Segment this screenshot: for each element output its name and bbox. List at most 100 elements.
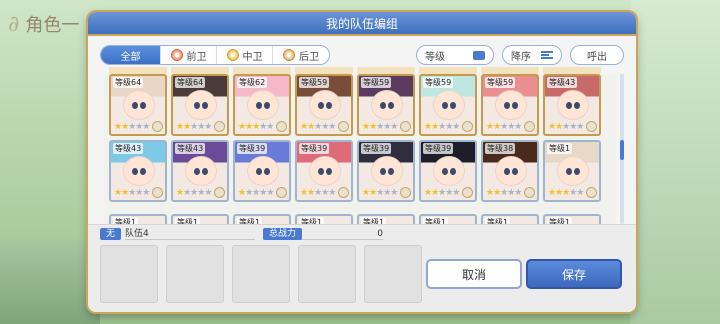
party-slot-2[interactable] xyxy=(166,245,224,303)
position-badge-icon xyxy=(338,121,349,132)
position-badge-icon xyxy=(338,187,349,198)
character-portrait xyxy=(123,90,155,120)
filter-bar: 全部 前卫 中卫 后卫 等级 降序 呼出 xyxy=(100,44,624,66)
character-card[interactable]: 等级39 ★★★★★ xyxy=(357,140,415,202)
tab-back[interactable]: 后卫 xyxy=(273,46,329,64)
call-button[interactable]: 呼出 xyxy=(570,45,624,65)
star-rating: ★★★★★ xyxy=(486,122,522,132)
character-card[interactable]: 等级43 ★★★★★ xyxy=(109,140,167,202)
character-portrait xyxy=(371,90,403,120)
tab-all[interactable]: 全部 xyxy=(101,46,161,64)
position-badge-icon xyxy=(524,121,535,132)
sort-icon xyxy=(541,51,553,59)
character-card[interactable]: 等级64 ★★★★★ xyxy=(109,74,167,136)
character-level: 等级59 xyxy=(299,77,330,88)
character-level: 等级43 xyxy=(175,143,206,154)
total-power: 总战力 0 xyxy=(263,228,384,240)
party-tag: 无 xyxy=(100,228,122,240)
level-label: 等级 xyxy=(425,51,445,63)
character-level: 等级38 xyxy=(485,143,516,154)
character-roster[interactable]: 等级64 ★★★★★ 等级64 ★★★★★ 等级62 ★★★★★ 等级59 ★★★★★ 等级59… xyxy=(104,74,616,232)
star-rating: ★★★★★ xyxy=(548,188,584,198)
character-portrait xyxy=(123,156,155,186)
position-badge-icon xyxy=(462,121,473,132)
character-level: 等级59 xyxy=(423,77,454,88)
character-portrait xyxy=(309,90,341,120)
position-badge-icon xyxy=(152,121,163,132)
star-rating: ★★★★★ xyxy=(548,122,584,132)
character-card[interactable]: 等级59 ★★★★★ xyxy=(357,74,415,136)
dialog-title: 我的队伍编组 xyxy=(88,12,636,36)
character-level: 等级43 xyxy=(113,143,144,154)
star-rating: ★★★★★ xyxy=(300,188,336,198)
star-rating: ★★★★★ xyxy=(300,122,336,132)
save-button[interactable]: 保存 xyxy=(526,259,622,289)
character-card[interactable]: 等级39 ★★★★★ xyxy=(233,140,291,202)
background-right xyxy=(630,0,720,324)
star-rating: ★★★★★ xyxy=(424,188,460,198)
star-rating: ★★★★★ xyxy=(176,122,212,132)
party-slot-4[interactable] xyxy=(298,245,356,303)
tab-middle[interactable]: 中卫 xyxy=(217,46,273,64)
character-portrait xyxy=(495,156,527,186)
roster-scrollbar[interactable] xyxy=(620,74,624,224)
tab-label: 前卫 xyxy=(186,51,207,63)
power-value: 0 xyxy=(377,229,384,239)
roster-grid: 等级64 ★★★★★ 等级64 ★★★★★ 等级62 ★★★★★ 等级59 ★★★★★ 等级59… xyxy=(104,74,616,202)
character-level: 等级59 xyxy=(485,77,516,88)
position-badge-icon xyxy=(276,121,287,132)
power-label: 总战力 xyxy=(263,228,303,240)
character-card[interactable]: 等级38 ★★★★★ xyxy=(481,140,539,202)
tab-label: 全部 xyxy=(120,51,141,63)
character-card[interactable]: 等级59 ★★★★★ xyxy=(295,74,353,136)
star-rating: ★★★★★ xyxy=(362,122,398,132)
middle-position-icon xyxy=(226,49,239,61)
character-portrait xyxy=(247,90,279,120)
character-card[interactable]: 等级1 ★★★★★ xyxy=(543,140,601,202)
position-badge-icon xyxy=(400,187,411,198)
swirl-icon: ∂ xyxy=(8,11,20,37)
party-slot-1[interactable] xyxy=(100,245,158,303)
character-card[interactable]: 等级59 ★★★★★ xyxy=(481,74,539,136)
character-portrait xyxy=(557,156,589,186)
character-portrait xyxy=(309,156,341,186)
character-card[interactable]: 等级43 ★★★★★ xyxy=(543,74,601,136)
character-level: 等级1 xyxy=(547,143,573,154)
position-badge-icon xyxy=(276,187,287,198)
star-rating: ★★★★★ xyxy=(362,188,398,198)
level-filter-button[interactable]: 等级 xyxy=(416,45,494,65)
character-level: 等级59 xyxy=(361,77,392,88)
character-card[interactable]: 等级59 ★★★★★ xyxy=(419,74,477,136)
star-rating: ★★★★★ xyxy=(176,188,212,198)
character-card[interactable]: 等级39 ★★★★★ xyxy=(419,140,477,202)
character-card[interactable]: 等级62 ★★★★★ xyxy=(233,74,291,136)
party-slot-3[interactable] xyxy=(232,245,290,303)
sort-order-button[interactable]: 降序 xyxy=(502,45,562,65)
party-slot-5[interactable] xyxy=(364,245,422,303)
sort-label: 降序 xyxy=(511,51,531,63)
character-portrait xyxy=(247,156,279,186)
star-rating: ★★★★★ xyxy=(114,188,150,198)
character-card[interactable]: 等级64 ★★★★★ xyxy=(171,74,229,136)
character-level: 等级39 xyxy=(361,143,392,154)
character-card[interactable]: 等级39 ★★★★★ xyxy=(295,140,353,202)
character-card[interactable]: 等级43 ★★★★★ xyxy=(171,140,229,202)
star-rating: ★★★★★ xyxy=(486,188,522,198)
call-label: 呼出 xyxy=(587,51,607,63)
position-badge-icon xyxy=(586,187,597,198)
character-portrait xyxy=(185,90,217,120)
background-title: ∂ 角色一 xyxy=(8,6,94,42)
star-rating: ★★★★★ xyxy=(238,188,274,198)
position-badge-icon xyxy=(214,121,225,132)
background-left xyxy=(0,240,100,324)
sort-controls: 等级 降序 呼出 xyxy=(416,45,624,65)
scrollbar-thumb[interactable] xyxy=(620,140,624,160)
tab-label: 中卫 xyxy=(242,51,263,63)
position-badge-icon xyxy=(400,121,411,132)
character-level: 等级62 xyxy=(237,77,268,88)
tab-front[interactable]: 前卫 xyxy=(161,46,217,64)
character-portrait xyxy=(433,156,465,186)
cancel-button[interactable]: 取消 xyxy=(426,259,522,289)
character-portrait xyxy=(433,90,465,120)
position-badge-icon xyxy=(214,187,225,198)
